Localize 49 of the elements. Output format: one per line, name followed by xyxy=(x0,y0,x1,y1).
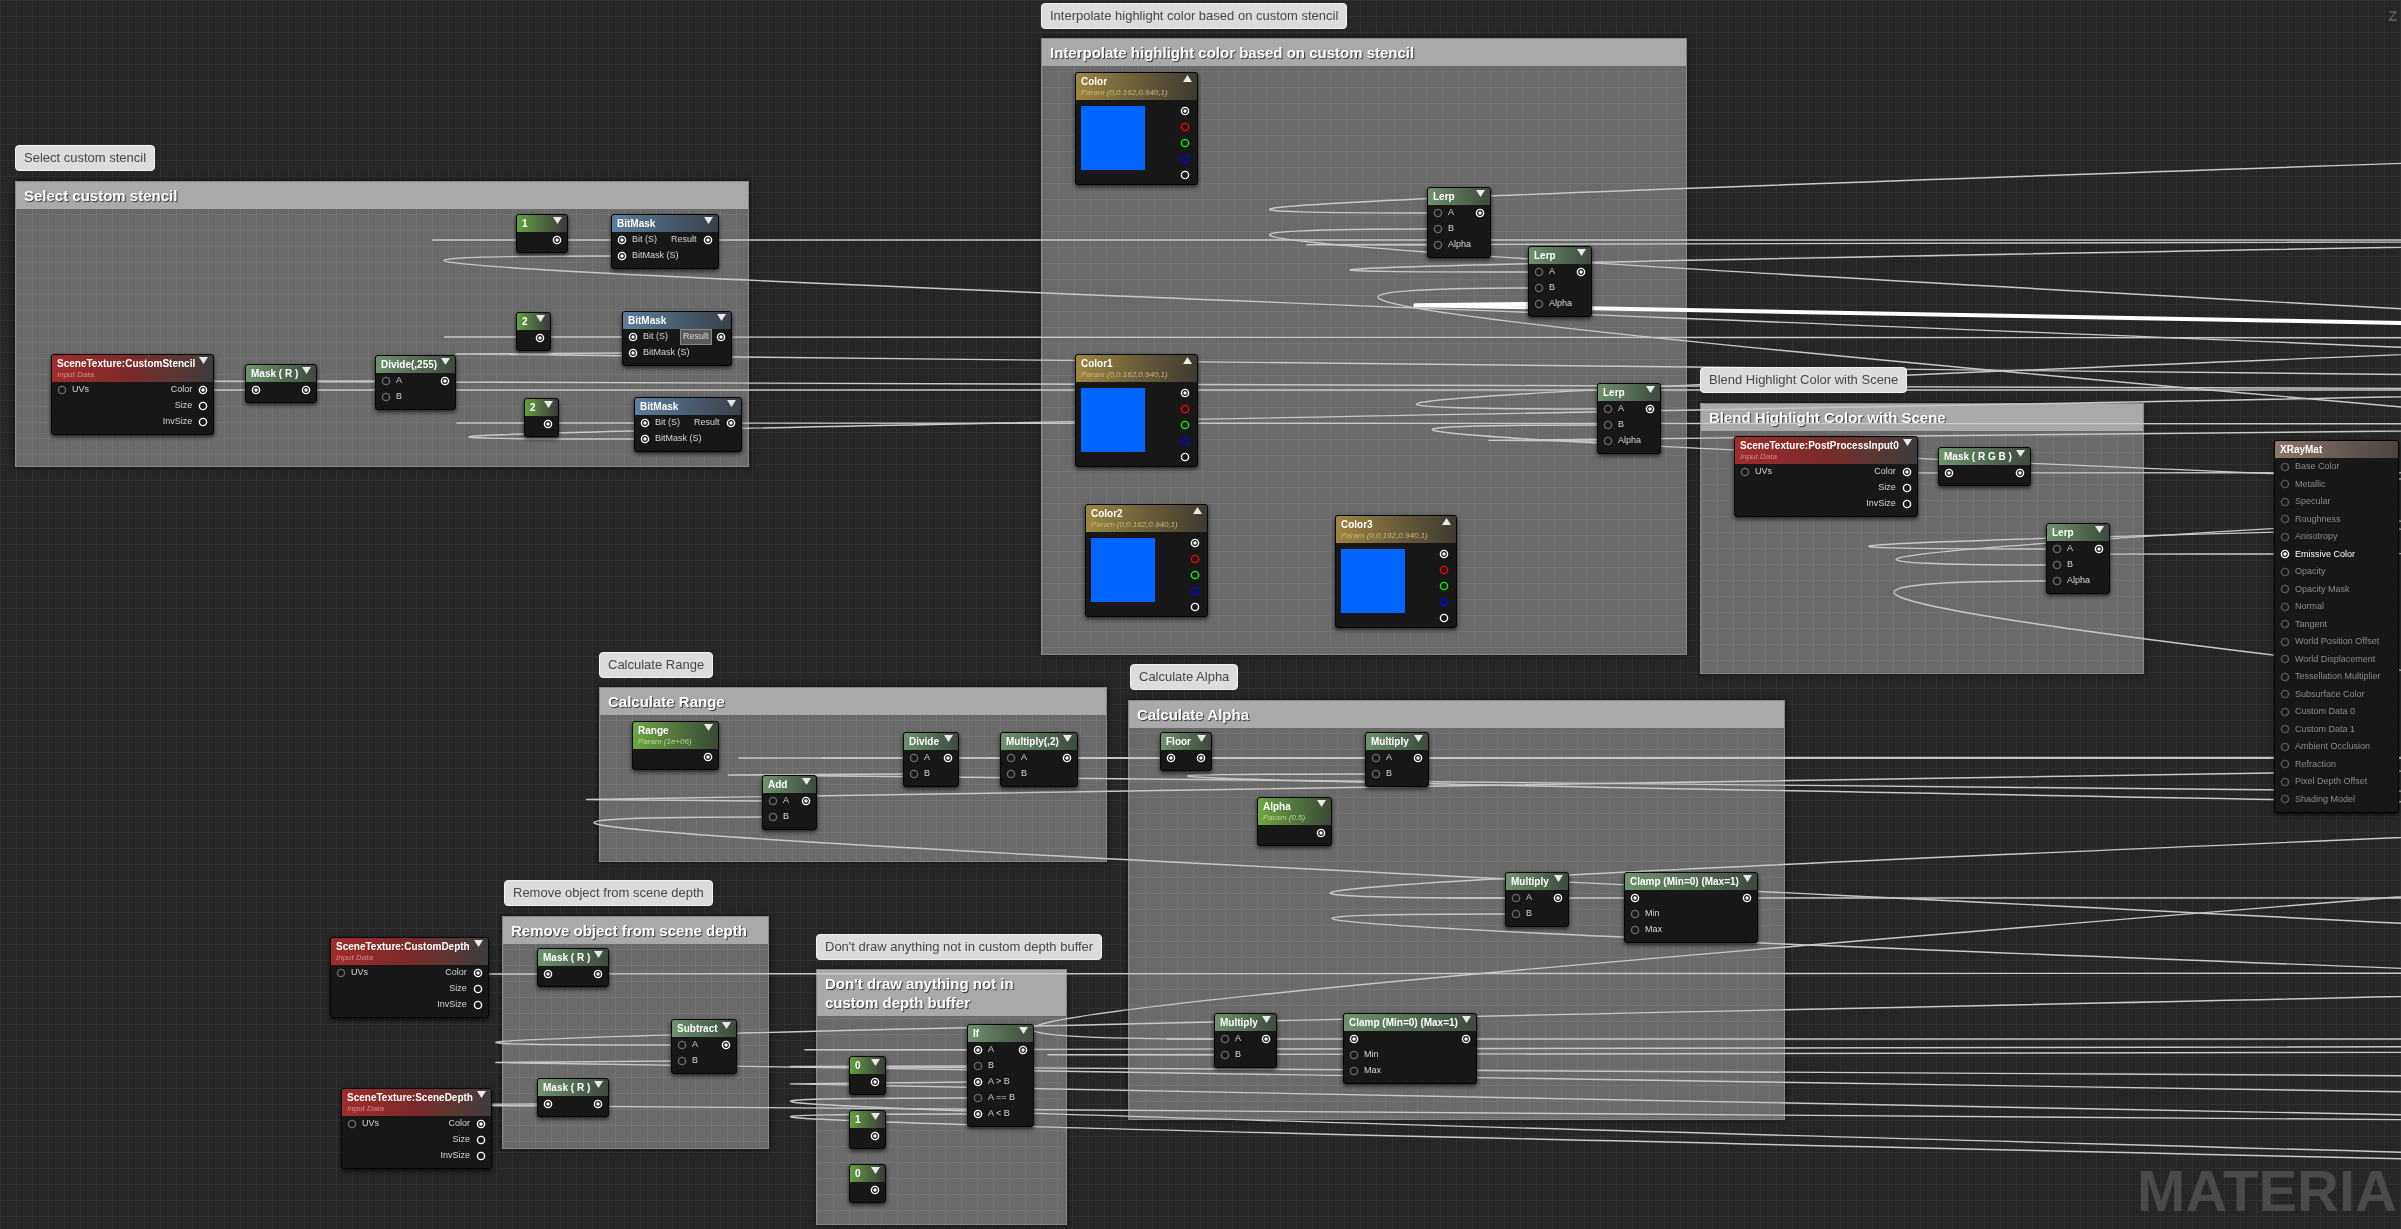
material-node[interactable]: Range Param (1e+06) xyxy=(632,721,719,770)
material-node[interactable]: SceneTexture:CustomDepth Input Data UVs Color Size InvSize xyxy=(330,937,489,1018)
material-node[interactable]: 1 xyxy=(516,214,568,253)
pin-label: InvSize xyxy=(436,998,468,1012)
node-subtitle: Param (1e+06) xyxy=(638,737,692,747)
node-title: SceneTexture:CustomStencil xyxy=(57,357,196,370)
comment-bubble: Select custom stencil xyxy=(15,145,156,171)
node-title: Multiply(,2) xyxy=(1006,735,1059,748)
material-node[interactable]: SceneTexture:SceneDepth Input Data UVs Color Size InvSize xyxy=(341,1088,492,1169)
material-node[interactable]: SceneTexture:CustomStencil Input Data UVs Color Size InvSize xyxy=(51,354,215,435)
comment-bubble: Calculate Range xyxy=(599,652,714,678)
pin-label: Result xyxy=(670,233,698,247)
node-title: Mask ( R ) xyxy=(251,367,299,380)
pin-label: UVs xyxy=(72,383,89,397)
node-title: Color3 xyxy=(1341,518,1374,531)
node-title: SceneTexture:CustomDepth xyxy=(336,940,470,953)
node-title: Range xyxy=(638,724,670,737)
node-subtitle: Input Data xyxy=(57,370,95,380)
pin-label: Bit (S) xyxy=(632,233,657,247)
node-title: Floor xyxy=(1166,735,1191,748)
node-title: Multiply xyxy=(1371,735,1409,748)
node-title: Color xyxy=(1081,75,1109,88)
node-subtitle: Input Data xyxy=(336,953,374,963)
node-title: Divide(,255) xyxy=(381,358,438,371)
node-title: Color2 xyxy=(1091,507,1124,520)
pin-label: Color xyxy=(444,966,468,980)
comment-bubble: Interpolate highlight color based on custom stencil xyxy=(1041,3,1348,29)
pin-label: B xyxy=(396,390,402,404)
pin-label: InvSize xyxy=(161,415,194,429)
pin-label: Size xyxy=(451,1133,471,1147)
node-subtitle: Input Data xyxy=(347,1104,385,1114)
pin-label: Color xyxy=(447,1117,471,1131)
material-node[interactable]: BitMask Bit (S) Result BitMask (S) xyxy=(611,214,719,269)
node-title: 1 xyxy=(522,217,528,230)
pin-label: UVs xyxy=(362,1117,379,1131)
node-title: BitMask xyxy=(617,217,656,230)
node-title: SceneTexture:SceneDepth xyxy=(347,1091,473,1104)
node-title: Mask ( R ) xyxy=(543,951,591,964)
pin-label: Size xyxy=(173,399,194,413)
comment-bubble: Calculate Alpha xyxy=(1130,664,1239,690)
pin-label: UVs xyxy=(351,966,368,980)
node-title: Divide xyxy=(909,735,939,748)
material-node[interactable]: Divide(,255) A B xyxy=(375,355,457,410)
pin-label: A xyxy=(396,374,402,388)
material-node[interactable]: Mask ( R ) xyxy=(245,364,318,403)
pin-label: InvSize xyxy=(439,1149,471,1163)
pin-label: Size xyxy=(448,982,468,996)
pin-label: Color xyxy=(169,383,194,397)
pin-label: Opacity xyxy=(2295,565,2326,578)
